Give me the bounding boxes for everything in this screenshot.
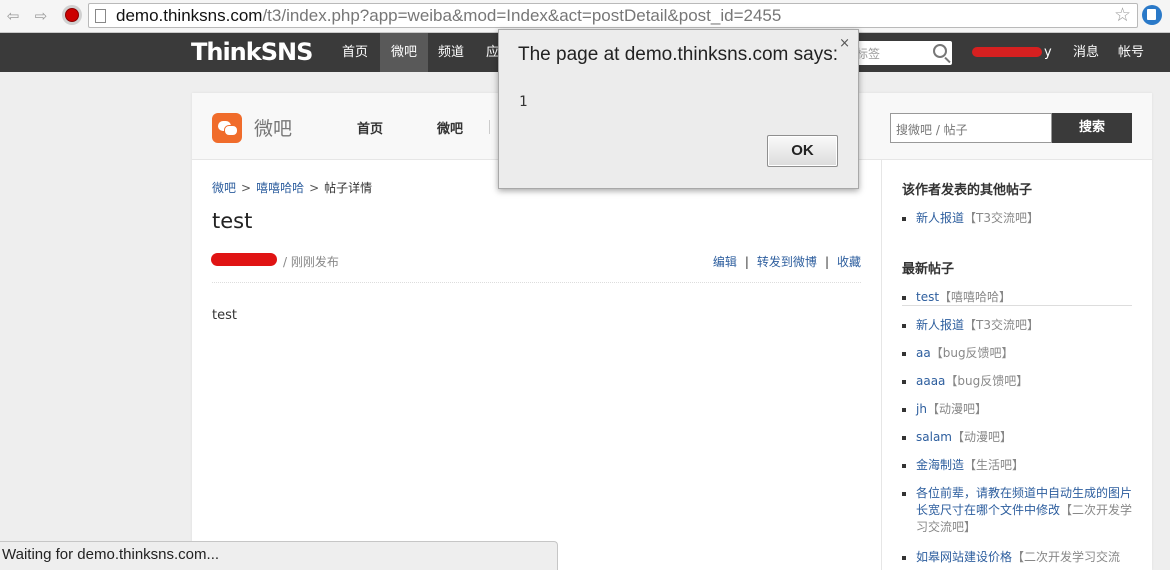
favorite-link[interactable]: 收藏: [837, 255, 861, 269]
nav-weiba[interactable]: 微吧: [380, 33, 429, 72]
url-text: demo.thinksns.com/t3/index.php?app=weiba…: [116, 6, 781, 26]
weiba-title[interactable]: 微吧: [254, 114, 292, 141]
subnav-weiba[interactable]: 微吧: [437, 118, 463, 137]
post-actions: 编辑 | 转发到微博 | 收藏: [713, 253, 861, 270]
list-item: aa【bug反馈吧】: [902, 345, 1137, 362]
stop-icon: [65, 8, 79, 22]
alert-title: The page at demo.thinksns.com says:: [518, 44, 838, 65]
other-posts-heading: 该作者发表的其他帖子: [902, 183, 1033, 198]
username-suffix[interactable]: y: [1044, 33, 1052, 72]
bullet-icon: [902, 492, 906, 496]
list-item: test【嘻嘻哈哈】: [902, 289, 1137, 306]
post-link[interactable]: 新人报道: [916, 318, 964, 332]
weiba-chat-icon: [212, 113, 242, 143]
alert-dialog: × The page at demo.thinksns.com says: 1 …: [498, 29, 859, 189]
bullet-icon: [902, 408, 906, 412]
author-redacted[interactable]: [211, 253, 277, 266]
ok-button[interactable]: OK: [767, 135, 838, 167]
post-link[interactable]: test: [916, 290, 939, 304]
list-item: salam【动漫吧】: [902, 429, 1137, 446]
list-item: 如皋网站建设价格【二次开发学习交流: [902, 549, 1137, 566]
post-tag[interactable]: 【T3交流吧】: [964, 211, 1039, 225]
list-item: 各位前辈，请教在频道中自动生成的图片长宽尺寸在哪个文件中修改【二次开发学习交流吧…: [902, 485, 1137, 536]
action-sep: |: [744, 255, 749, 269]
bullet-icon: [902, 556, 906, 560]
status-bubble: Waiting for demo.thinksns.com...: [0, 541, 558, 570]
breadcrumb: 微吧 > 嘻嘻哈哈 > 帖子详情: [212, 179, 372, 196]
list-item: 新人报道【T3交流吧】: [902, 317, 1137, 334]
messages-link[interactable]: 消息: [1073, 33, 1099, 72]
breadcrumb-weiba[interactable]: 微吧: [212, 181, 236, 195]
stop-loading-button[interactable]: [62, 5, 82, 25]
nav-channel[interactable]: 频道: [427, 33, 475, 72]
nav-home[interactable]: 首页: [331, 33, 379, 72]
breadcrumb-sep: >: [309, 181, 320, 195]
bullet-icon: [902, 436, 906, 440]
account-link[interactable]: 帐号: [1118, 33, 1144, 72]
page-icon: [95, 9, 106, 23]
post-tag[interactable]: 【嘻嘻哈哈】: [939, 290, 1011, 304]
close-icon[interactable]: ×: [839, 36, 850, 51]
subnav-home[interactable]: 首页: [357, 118, 383, 137]
bullet-icon: [902, 380, 906, 384]
post-link[interactable]: aa: [916, 346, 931, 360]
post-tag[interactable]: 【bug反馈吧】: [945, 374, 1028, 388]
post-tag[interactable]: 【bug反馈吧】: [931, 346, 1014, 360]
bullet-icon: [902, 464, 906, 468]
header-search-input[interactable]: 标签: [846, 41, 952, 65]
repost-link[interactable]: 转发到微博: [757, 255, 817, 269]
weiba-search-input[interactable]: 搜微吧 / 帖子: [890, 113, 1052, 143]
bullet-icon: [902, 324, 906, 328]
bookmark-star-icon[interactable]: ☆: [1114, 4, 1131, 26]
post-link[interactable]: salam: [916, 430, 952, 444]
post-tag[interactable]: 【动漫吧】: [927, 402, 987, 416]
url-path: /t3/index.php?app=weiba&mod=Index&act=po…: [262, 6, 782, 25]
post-tag[interactable]: 【动漫吧】: [952, 430, 1012, 444]
post-tag[interactable]: 【T3交流吧】: [964, 318, 1039, 332]
post-body: test: [212, 308, 237, 323]
weiba-search-button[interactable]: 搜索: [1052, 113, 1132, 143]
browser-menu-icon[interactable]: [1142, 5, 1162, 25]
subnav-divider: [489, 120, 490, 134]
breadcrumb-current: 帖子详情: [324, 181, 373, 195]
status-text: Waiting for demo.thinksns.com...: [2, 546, 220, 563]
alert-message: 1: [519, 94, 528, 110]
back-arrow-icon[interactable]: ⇦: [2, 6, 24, 26]
list-item: jh【动漫吧】: [902, 401, 1137, 418]
list-item: aaaa【bug反馈吧】: [902, 373, 1137, 390]
post-title: test: [212, 209, 253, 233]
post-link[interactable]: 新人报道: [916, 211, 964, 225]
list-item: 金海制造【生活吧】: [902, 457, 1137, 474]
edit-link[interactable]: 编辑: [713, 255, 737, 269]
weiba-search-placeholder: 搜微吧 / 帖子: [896, 123, 968, 137]
search-icon[interactable]: [933, 44, 947, 58]
breadcrumb-group[interactable]: 嘻嘻哈哈: [256, 181, 304, 195]
post-divider: [212, 282, 861, 283]
forward-arrow-icon[interactable]: ⇨: [30, 6, 52, 26]
header-search-placeholder: 标签: [856, 47, 881, 61]
sidebar: 该作者发表的其他帖子 新人报道【T3交流吧】 最新帖子 test【嘻嘻哈哈】 新…: [881, 160, 1152, 570]
list-item: 新人报道【T3交流吧】: [902, 210, 1137, 227]
post-link[interactable]: aaaa: [916, 374, 945, 388]
address-bar[interactable]: demo.thinksns.com/t3/index.php?app=weiba…: [88, 3, 1138, 28]
post-tag[interactable]: 【生活吧】: [964, 458, 1024, 472]
post-tag[interactable]: 【二次开发学习交流: [1012, 550, 1120, 564]
breadcrumb-sep: >: [241, 181, 252, 195]
latest-posts-heading: 最新帖子: [902, 262, 955, 277]
post-link[interactable]: jh: [916, 402, 927, 416]
site-logo[interactable]: ThinkSNS: [191, 38, 313, 66]
action-sep: |: [824, 255, 829, 269]
bullet-icon: [902, 296, 906, 300]
bullet-icon: [902, 217, 906, 221]
bullet-icon: [902, 352, 906, 356]
post-link[interactable]: 金海制造: [916, 458, 964, 472]
url-host: demo.thinksns.com: [116, 6, 263, 25]
post-meta: / 刚刚发布: [283, 255, 339, 269]
username-redacted[interactable]: [972, 47, 1042, 57]
post-link[interactable]: 如皋网站建设价格: [916, 550, 1012, 564]
